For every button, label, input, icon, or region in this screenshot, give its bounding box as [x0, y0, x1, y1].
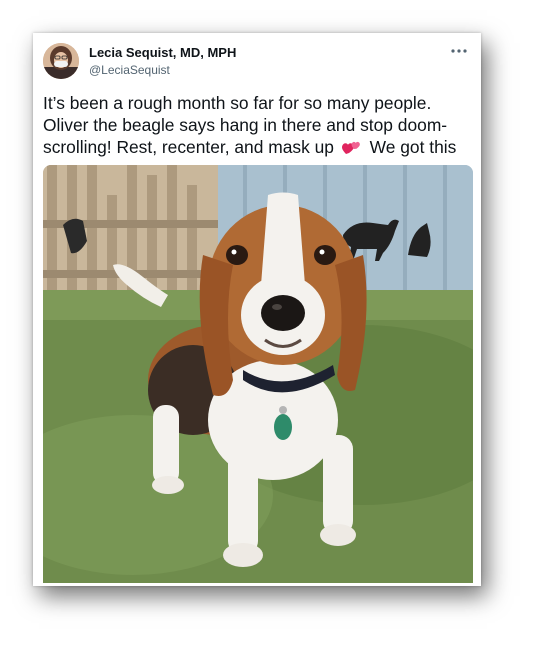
- beagle-photo: [43, 165, 473, 583]
- tweet-text-segment: scrolling! Rest, recenter, and mask up: [43, 137, 334, 157]
- tweet-header: Lecia Sequist, MD, MPH @LeciaSequist: [33, 33, 481, 85]
- more-icon[interactable]: [449, 43, 469, 57]
- tweet-photo[interactable]: [43, 165, 473, 583]
- tweet-text-line: scrolling! Rest, recenter, and mask up W…: [43, 136, 473, 158]
- two-hearts-icon: [341, 141, 360, 154]
- tweet-text: It’s been a rough month so far for so ma…: [43, 92, 473, 158]
- avatar[interactable]: [43, 43, 79, 79]
- tweet-text-line: Oliver the beagle says hang in there and…: [43, 115, 448, 135]
- avatar-image: [43, 43, 79, 79]
- more-horizontal-icon: [451, 49, 467, 53]
- author-name[interactable]: Lecia Sequist, MD, MPH: [89, 45, 236, 60]
- tweet-card[interactable]: Lecia Sequist, MD, MPH @LeciaSequist It’…: [33, 33, 481, 586]
- tweet-text-segment: We got this: [369, 137, 457, 157]
- tweet-text-line: It’s been a rough month so far for so ma…: [43, 93, 432, 113]
- author-handle[interactable]: @LeciaSequist: [89, 63, 170, 77]
